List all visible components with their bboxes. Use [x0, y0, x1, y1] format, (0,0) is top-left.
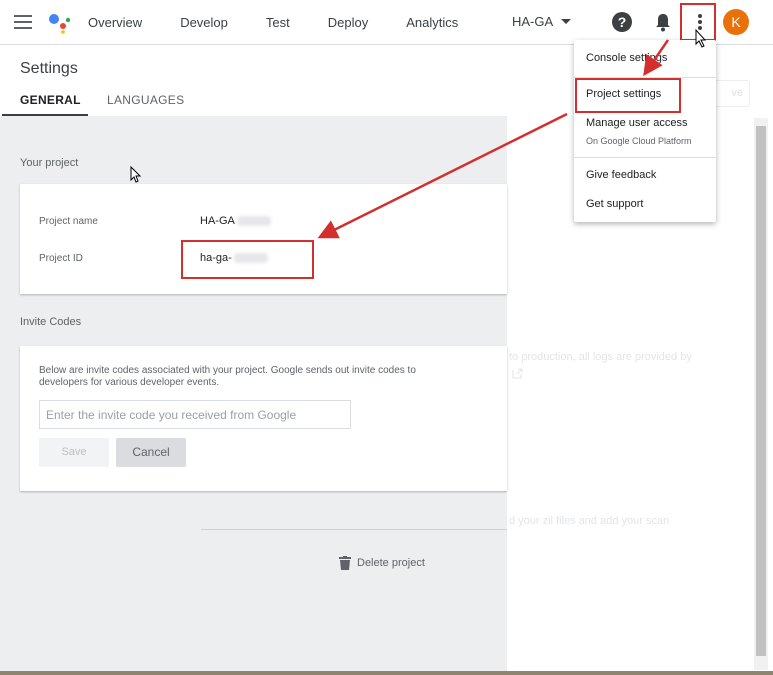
- avatar[interactable]: K: [723, 9, 749, 35]
- project-selector[interactable]: HA-GA: [512, 14, 572, 29]
- menu-item-manage-user-access-subtitle: On Google Cloud Platform: [586, 136, 692, 146]
- invite-card: Below are invite codes associated with y…: [20, 346, 507, 491]
- nav-deploy[interactable]: Deploy: [328, 15, 368, 30]
- menu-icon[interactable]: [14, 15, 32, 29]
- trash-icon: [339, 556, 351, 570]
- menu-item-console-settings[interactable]: Console settings: [586, 52, 667, 64]
- page-title: Settings: [20, 60, 78, 77]
- background-text-1: to production, all logs are provided by: [509, 351, 692, 363]
- project-id-label: Project ID: [39, 253, 83, 264]
- project-name-label: Project name: [39, 216, 98, 227]
- caret-down-icon: [561, 19, 572, 24]
- annotation-box-project-id: [181, 240, 314, 279]
- scrollbar[interactable]: [754, 118, 768, 670]
- background-text-2: d your zil files and add your scan: [509, 515, 670, 527]
- overflow-menu: Console settings Project settings Manage…: [574, 40, 716, 222]
- divider: [201, 529, 507, 530]
- delete-project-label: Delete project: [357, 557, 425, 569]
- redacted-text: [236, 216, 271, 227]
- nav-analytics[interactable]: Analytics: [406, 15, 458, 30]
- nav-overview[interactable]: Overview: [88, 15, 142, 30]
- menu-item-manage-user-access[interactable]: Manage user access: [586, 117, 688, 129]
- invite-code-input[interactable]: [39, 400, 351, 429]
- project-name-value: HA-GA: [200, 215, 271, 227]
- window-bottom-edge: [0, 671, 773, 675]
- invite-codes-heading: Invite Codes: [20, 316, 82, 328]
- cancel-button[interactable]: Cancel: [116, 438, 186, 467]
- menu-item-give-feedback[interactable]: Give feedback: [586, 169, 656, 181]
- annotation-box-project-settings: [575, 78, 681, 113]
- scrollbar-thumb[interactable]: [756, 126, 766, 656]
- nav-test[interactable]: Test: [266, 15, 290, 30]
- project-selector-label: HA-GA: [512, 14, 554, 29]
- menu-separator: [574, 157, 716, 158]
- invite-description: Below are invite codes associated with y…: [39, 365, 416, 388]
- project-name-text: HA-GA: [200, 215, 235, 227]
- background-card: [507, 155, 764, 675]
- open-external-icon: [512, 368, 523, 379]
- nav-develop[interactable]: Develop: [180, 15, 228, 30]
- delete-project-button[interactable]: Delete project: [339, 556, 425, 570]
- tab-general[interactable]: GENERAL: [20, 93, 81, 107]
- top-app-bar: Overview Develop Test Deploy Analytics H…: [0, 0, 773, 45]
- annotation-box-more-button: [680, 3, 716, 41]
- tab-languages[interactable]: LANGUAGES: [107, 93, 184, 107]
- help-icon[interactable]: ?: [612, 12, 632, 32]
- your-project-heading: Your project: [20, 157, 79, 169]
- save-button[interactable]: Save: [39, 438, 109, 467]
- assistant-logo-icon: [49, 14, 71, 34]
- top-nav: Overview Develop Test Deploy Analytics: [88, 0, 496, 45]
- bell-icon[interactable]: [654, 12, 672, 32]
- menu-item-get-support[interactable]: Get support: [586, 198, 643, 210]
